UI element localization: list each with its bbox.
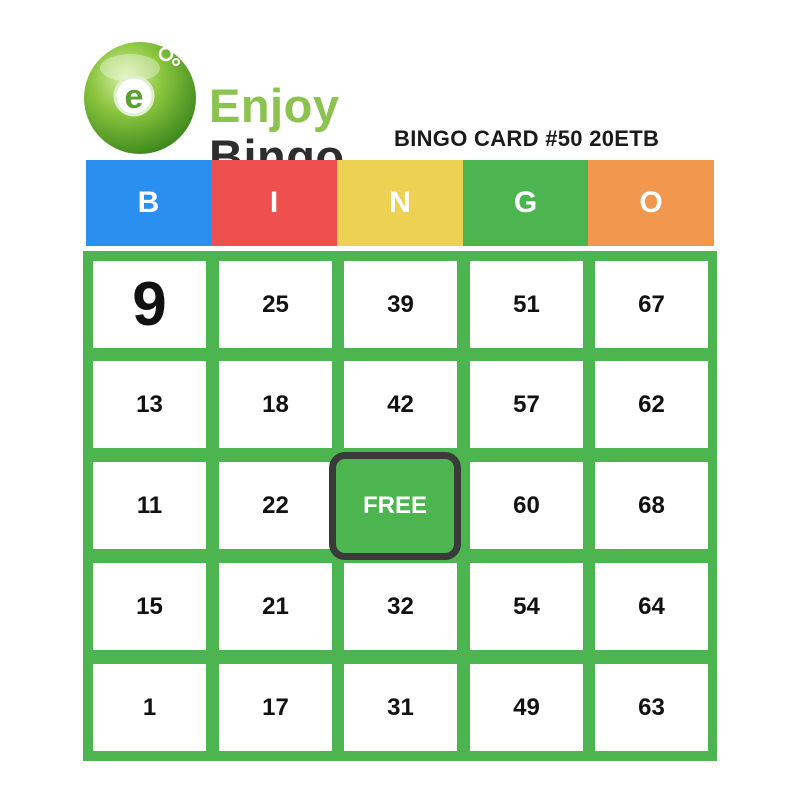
bingo-cell[interactable]: 68 xyxy=(595,462,708,549)
bingo-cell[interactable]: 64 xyxy=(595,563,708,650)
bingo-cell[interactable]: 21 xyxy=(219,563,332,650)
bingo-cell[interactable]: 54 xyxy=(470,563,583,650)
bingo-cell[interactable]: 32 xyxy=(344,563,457,650)
bingo-cell[interactable]: 49 xyxy=(470,664,583,751)
bingo-cell[interactable]: 51 xyxy=(470,261,583,348)
bingo-cell[interactable]: 60 xyxy=(470,462,583,549)
bingo-cell[interactable]: 31 xyxy=(344,664,457,751)
enjoy-bingo-logo: e Enjoy Bingo xyxy=(82,38,362,180)
bingo-cell[interactable]: 63 xyxy=(595,664,708,751)
card-title: BINGO CARD #50 20ETB xyxy=(394,126,660,151)
logo-badge-letter: e xyxy=(125,78,144,116)
bingo-cell[interactable]: 25 xyxy=(219,261,332,348)
bingo-cell[interactable]: 17 xyxy=(219,664,332,751)
header-letter-g: G xyxy=(463,160,588,246)
logo-word-enjoy: Enjoy xyxy=(209,79,340,132)
bingo-grid: 9 25 39 51 67 13 18 42 57 62 11 22 60 68 15 21 32 54 64 1 17… xyxy=(83,251,717,761)
bingo-cell[interactable]: 13 xyxy=(93,361,206,448)
bingo-cell[interactable]: 11 xyxy=(93,462,206,549)
bingo-cell[interactable]: 18 xyxy=(219,361,332,448)
bingo-cell[interactable]: 62 xyxy=(595,361,708,448)
bingo-cell[interactable]: 1 xyxy=(93,664,206,751)
bingo-ball-icon: e xyxy=(84,42,196,154)
header-letter-o: O xyxy=(588,160,714,246)
bingo-cell[interactable]: 9 xyxy=(93,261,206,348)
bingo-cell[interactable]: 22 xyxy=(219,462,332,549)
header-letter-b: B xyxy=(86,160,211,246)
bingo-cell[interactable]: 57 xyxy=(470,361,583,448)
bingo-header: BINGO xyxy=(86,160,714,246)
bingo-cell[interactable]: 39 xyxy=(344,261,457,348)
bingo-cell[interactable]: 67 xyxy=(595,261,708,348)
header-letter-n: N xyxy=(337,160,463,246)
header-letter-i: I xyxy=(211,160,337,246)
bingo-cell[interactable]: 15 xyxy=(93,563,206,650)
bingo-cell[interactable]: 42 xyxy=(344,361,457,448)
free-space[interactable] xyxy=(344,462,457,549)
